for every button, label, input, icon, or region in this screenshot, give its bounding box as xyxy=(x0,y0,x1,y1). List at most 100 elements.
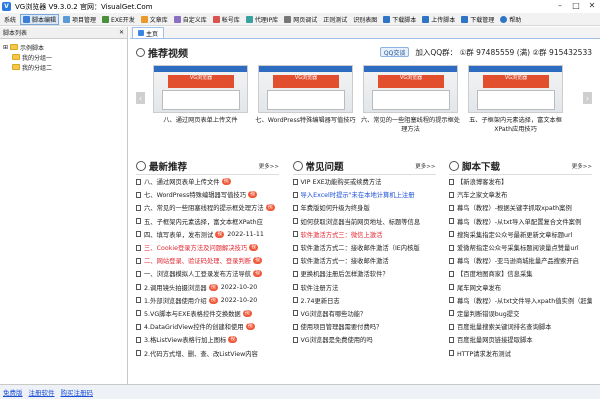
free-version-link[interactable]: 免费版 xyxy=(3,387,23,397)
list-item-text[interactable]: 如何获取浏览器当前网页地址、标题等信息 xyxy=(301,217,421,226)
list-item[interactable]: 一、浏览器模拟人工登录发布方法导航视 xyxy=(136,267,279,280)
list-item[interactable]: VG浏览器是免费使用的吗 xyxy=(292,333,436,346)
list-item-text[interactable]: 幕鸟（教程）-从txt文件导入xpath值实例（赶集网 xyxy=(457,296,592,305)
list-item[interactable]: 2.代码方式增、删、查、改ListView内容 xyxy=(136,346,279,359)
list-item-text[interactable]: 一、浏览器模拟人工登录发布方法导航 xyxy=(144,269,251,278)
toolbar-download-manager-button[interactable]: 下载管理 xyxy=(459,14,496,25)
list-item[interactable]: 软件激活方式三：微信上激活 xyxy=(292,228,436,241)
list-item[interactable]: 年费版如何升级为终身版 xyxy=(292,201,436,214)
list-item-text[interactable]: VG浏览器是免费使用的吗 xyxy=(301,335,373,344)
list-item-text[interactable]: 2.74更新日志 xyxy=(301,296,340,305)
toolbar-system-button[interactable]: 系统 xyxy=(2,14,18,25)
register-link[interactable]: 注册软件 xyxy=(29,387,55,397)
list-item-text[interactable]: 三、Cookie登录方法及问题解决技巧 xyxy=(144,243,247,252)
list-item-text[interactable]: 2.代码方式增、删、查、改ListView内容 xyxy=(144,349,258,358)
panel-close-icon[interactable]: ✕ xyxy=(119,29,124,36)
list-item[interactable]: 八、通过网页表单上传文件视 xyxy=(136,175,279,188)
toolbar-account-button[interactable]: 帐号库 xyxy=(211,14,242,25)
list-item-text[interactable]: 百度批量网页链接提取脚本 xyxy=(457,335,533,344)
list-item-text[interactable]: 年费版如何升级为终身版 xyxy=(301,203,370,212)
video-thumbnail[interactable]: VG浏览器 xyxy=(153,65,248,113)
tab-home[interactable]: 主页 xyxy=(132,27,165,38)
list-item[interactable]: 七、WordPress特殊编辑器写值技巧视 xyxy=(136,188,279,201)
list-item-text[interactable]: 软件注册方法 xyxy=(301,283,339,292)
list-item[interactable]: 五、子框架内元素选择，富文本框XPath应 xyxy=(136,215,279,228)
toolbar-project-button[interactable]: 项目管理 xyxy=(61,14,98,25)
video-thumbnail[interactable]: VG浏览器 xyxy=(258,65,353,113)
toolbar-script-edit-button[interactable]: 脚本编辑 xyxy=(20,13,60,25)
tree-item-group-1[interactable]: 我的分组一 xyxy=(3,52,127,62)
list-item[interactable]: VIP EXE功能购买或续费方法 xyxy=(292,175,436,188)
list-item-text[interactable]: 2.调用镜头拍摄浏览器 xyxy=(144,283,207,292)
toolbar-ocr-button[interactable]: 识别表图 xyxy=(351,14,379,25)
video-caption[interactable]: 六、常见的一些阻塞线程的提示框处理方法 xyxy=(358,116,463,134)
list-item-text[interactable]: 定量判断错误bug提交 xyxy=(457,309,519,318)
tree-item-examples[interactable]: ⊞ 示例脚本 xyxy=(3,42,127,52)
maximize-icon[interactable]: □ xyxy=(568,0,584,11)
list-item[interactable]: 汽车之家文章发布 xyxy=(449,188,592,201)
list-item[interactable]: 软件注册方法 xyxy=(292,281,436,294)
list-item-text[interactable]: 汽车之家文章发布 xyxy=(457,190,507,199)
video-thumbnail[interactable]: VG浏览器 xyxy=(468,65,563,113)
video-caption[interactable]: 七、WordPress特殊编辑器写值技巧 xyxy=(253,116,358,125)
list-item-text[interactable]: 四、填写表单，发布测试 xyxy=(144,230,213,239)
list-item-text[interactable]: HTTP请求发布测试 xyxy=(457,349,511,358)
toolbar-proxy-button[interactable]: 代理IP库 xyxy=(244,14,280,25)
list-item-text[interactable]: 八、通过网页表单上传文件 xyxy=(144,177,220,186)
list-item[interactable]: 四、填写表单，发布测试视 2022-11-11 xyxy=(136,228,279,241)
list-item[interactable]: 软件激活方式一：接收邮件激活 xyxy=(292,254,436,267)
list-item[interactable]: 六、常见的一些阻塞线程的提示框处理方法视 xyxy=(136,201,279,214)
video-card[interactable]: VG浏览器 七、WordPress特殊编辑器写值技巧 xyxy=(253,65,358,125)
list-item[interactable]: 二、网站登录、验证码处理、登录判断视 xyxy=(136,254,279,267)
tree-item-group-2[interactable]: 我的分组二 xyxy=(3,62,127,72)
latest-more-link[interactable]: 更多>> xyxy=(259,162,279,170)
video-caption[interactable]: 五、子框架内元素选择，富文本框XPath应用技巧 xyxy=(463,116,568,134)
list-item[interactable]: 幕鸟（教程）-从txt文件导入xpath值实例（赶集网 xyxy=(449,294,592,307)
toolbar-download-script-button[interactable]: 下载脚本 xyxy=(381,14,418,25)
list-item-text[interactable]: 搜狗采集指定公众号最新更新文章标题url xyxy=(457,230,572,239)
list-item[interactable]: 2.74更新日志 xyxy=(292,294,436,307)
faq-more-link[interactable]: 更多>> xyxy=(415,162,435,170)
list-item[interactable]: 幕鸟（教程）-亚马逊商城批量产品搜索开启 xyxy=(449,254,592,267)
list-item[interactable]: 定量判断错误bug提交 xyxy=(449,307,592,320)
toolbar-upload-script-button[interactable]: 上传脚本 xyxy=(420,14,457,25)
list-item-text[interactable]: 【新浪博客发布】 xyxy=(457,177,507,186)
toolbar-help-button[interactable]: 帮助 xyxy=(498,14,523,25)
video-card[interactable]: VG浏览器 六、常见的一些阻塞线程的提示框处理方法 xyxy=(358,65,463,134)
video-caption[interactable]: 八、通过网页表单上传文件 xyxy=(148,116,253,125)
list-item[interactable]: 爱微帮指定公众号采集标题阅读量点赞量url xyxy=(449,241,592,254)
list-item-text[interactable]: 更换机器注册后怎样激活软件？ xyxy=(301,269,389,278)
video-card[interactable]: VG浏览器 八、通过网页表单上传文件 xyxy=(148,65,253,125)
list-item[interactable]: 尾车网文章发布 xyxy=(449,281,592,294)
list-item[interactable]: 软件激活方式二：接收邮件激活（IE内核版 xyxy=(292,241,436,254)
list-item-text[interactable]: 幕鸟（教程）-从txt导入单配置复合文件案例 xyxy=(457,217,581,226)
download-more-link[interactable]: 更多>> xyxy=(572,162,592,170)
toolbar-exe-button[interactable]: EXE开发 xyxy=(100,14,137,25)
list-item[interactable]: 三、Cookie登录方法及问题解决技巧视 xyxy=(136,241,279,254)
list-item-text[interactable]: 幕鸟（教程）-根据关键字抓取xpath案例 xyxy=(457,203,572,212)
list-item-text[interactable]: 六、常见的一些阻塞线程的提示框处理方法 xyxy=(144,203,264,212)
buy-code-link[interactable]: 购买注册码 xyxy=(61,387,94,397)
list-item-text[interactable]: 七、WordPress特殊编辑器写值技巧 xyxy=(144,190,246,199)
list-item[interactable]: 使用项目管理器需要付费吗？ xyxy=(292,320,436,333)
list-item[interactable]: 4.DataGridView控件的创建和使用视 xyxy=(136,320,279,333)
list-item[interactable]: 搜狗采集指定公众号最新更新文章标题url xyxy=(449,228,592,241)
expand-icon[interactable]: ⊞ xyxy=(3,44,8,51)
list-item[interactable]: 百度批量搜索关键词排名查询脚本 xyxy=(449,320,592,333)
list-item-text[interactable]: 5.VG脚本与EXE表格控件交换数据 xyxy=(144,309,241,318)
list-item-text[interactable]: 爱微帮指定公众号采集标题阅读量点赞量url xyxy=(457,243,579,252)
list-item-text[interactable]: 软件激活方式二：接收邮件激活（IE内核版 xyxy=(301,243,420,252)
list-item-text[interactable]: 导入Excel时提示"未在本地计算机上注册 xyxy=(301,190,415,199)
list-item-text[interactable]: 1.外部浏览器使用介绍 xyxy=(144,296,207,305)
list-item[interactable]: HTTP请求发布测试 xyxy=(449,346,592,359)
list-item[interactable]: VG浏览器有哪些功能？ xyxy=(292,307,436,320)
toolbar-regex-button[interactable]: 正则测试 xyxy=(321,14,349,25)
list-item-text[interactable]: 4.DataGridView控件的创建和使用 xyxy=(144,322,244,331)
list-item[interactable]: 3.格ListView表格行加上图标视 xyxy=(136,333,279,346)
list-item-text[interactable]: 3.格ListView表格行加上图标 xyxy=(144,335,226,344)
list-item[interactable]: 幕鸟（教程）-从txt导入单配置复合文件案例 xyxy=(449,215,592,228)
list-item[interactable]: 百度批量网页链接提取脚本 xyxy=(449,333,592,346)
toolbar-debug-button[interactable]: 网页调试 xyxy=(282,14,319,25)
list-item-text[interactable]: 使用项目管理器需要付费吗？ xyxy=(301,322,383,331)
list-item-text[interactable]: VG浏览器有哪些功能？ xyxy=(301,309,367,318)
